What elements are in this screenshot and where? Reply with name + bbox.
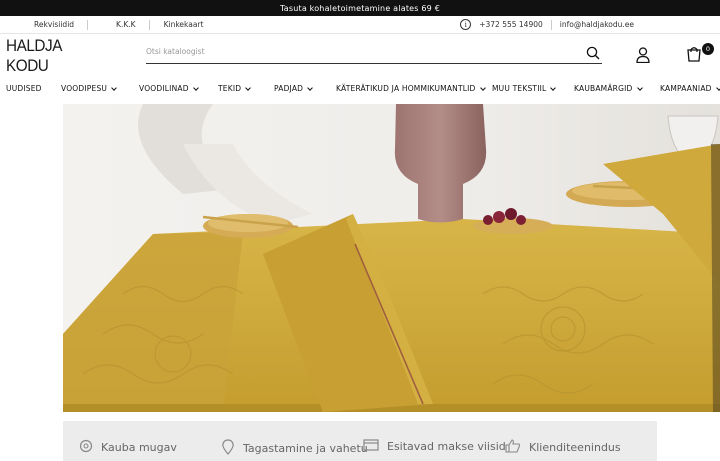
nav-item-uudised[interactable]: UUDISED: [6, 84, 42, 93]
thumbs-up-icon: [505, 439, 521, 456]
nav-item-voodilinad[interactable]: VOODILINAD: [139, 84, 199, 93]
nav-label: KAUBAMÄRGID: [574, 84, 633, 93]
nav-label: UUDISED: [6, 84, 42, 93]
chevron-down-icon: [307, 84, 313, 91]
search-bar: [146, 40, 602, 64]
feature-label: Kauba mugav: [101, 441, 177, 454]
user-icon[interactable]: [636, 47, 650, 67]
search-icon[interactable]: [586, 45, 600, 64]
cart-icon: [686, 47, 702, 66]
nav-item-padjad[interactable]: PADJAD: [274, 84, 313, 93]
feature-item: Tagastamine ja vahetu: [221, 439, 368, 458]
nav-label: KÄTERÄTIKUD JA HOMMIKUMANTLID: [336, 84, 476, 93]
util-link-kinkekaart[interactable]: Kinkekaart: [150, 20, 217, 30]
promo-text: Tasuta kohaletoimetamine alates 69 €: [279, 3, 440, 13]
nav-item-kampaaniad[interactable]: KAMPAANIAD: [660, 84, 720, 93]
feature-label: Tagastamine ja vahetu: [243, 442, 368, 455]
chevron-down-icon: [636, 84, 643, 91]
chevron-down-icon: [111, 84, 117, 91]
chevron-down-icon: [715, 84, 720, 91]
pin-icon: [221, 439, 235, 458]
card-icon: [363, 439, 379, 454]
nav-label: TEKID: [218, 84, 242, 93]
nav-label: VOODILINAD: [139, 84, 189, 93]
location-icon: [79, 439, 93, 456]
nav-label: VOODIPESU: [61, 84, 108, 93]
phone-link[interactable]: +372 555 14900: [479, 20, 543, 29]
util-link-kkk[interactable]: K.K.K: [88, 19, 150, 30]
info-icon: i: [460, 19, 472, 30]
promo-banner: Tasuta kohaletoimetamine alates 69 €: [0, 0, 720, 16]
nav-item-kaubamargid[interactable]: KAUBAMÄRGID: [574, 84, 643, 93]
email-link[interactable]: info@haldjakodu.ee: [560, 20, 634, 29]
chevron-down-icon: [479, 84, 486, 91]
feature-label: Klienditeenindus: [529, 441, 621, 454]
nav-item-tekid[interactable]: TEKID: [218, 84, 252, 93]
feature-item: Klienditeenindus: [505, 439, 621, 456]
site-logo[interactable]: HALDJA KODU: [6, 36, 105, 76]
nav-item-voodipesu[interactable]: VOODIPESU: [61, 84, 117, 93]
feature-label: Esitavad makse viisid: [387, 440, 506, 453]
nav-label: MUU TEKSTIIL: [492, 84, 547, 93]
feature-item: Esitavad makse viisid: [363, 439, 506, 454]
nav-label: KAMPAANIAD: [660, 84, 712, 93]
chevron-down-icon: [245, 84, 252, 91]
hero-image: [63, 104, 720, 412]
hero-banner[interactable]: [63, 104, 720, 412]
features-bar: Kauba mugav Tagastamine ja vahetu Esitav…: [63, 421, 657, 461]
search-input[interactable]: [146, 47, 566, 56]
site-header: HALDJA KODU 0: [0, 34, 720, 78]
main-nav: UUDISED VOODIPESU VOODILINAD TEKID PADJA…: [0, 78, 720, 102]
divider: [550, 19, 552, 30]
feature-item: Kauba mugav: [79, 439, 177, 456]
nav-item-kateratikud[interactable]: KÄTERÄTIKUD JA HOMMIKUMANTLID: [336, 84, 486, 93]
utility-bar: Rekvisiidid K.K.K Kinkekaart i +372 555 …: [0, 16, 720, 34]
util-link-rekvisiidid[interactable]: Rekvisiidid: [6, 19, 89, 30]
nav-item-muu-tekstiil[interactable]: MUU TEKSTIIL: [492, 84, 557, 93]
cart-count-badge: 0: [702, 43, 714, 55]
chevron-down-icon: [550, 84, 557, 91]
nav-label: PADJAD: [274, 84, 304, 93]
cart-button[interactable]: 0: [686, 43, 714, 66]
chevron-down-icon: [192, 84, 199, 91]
